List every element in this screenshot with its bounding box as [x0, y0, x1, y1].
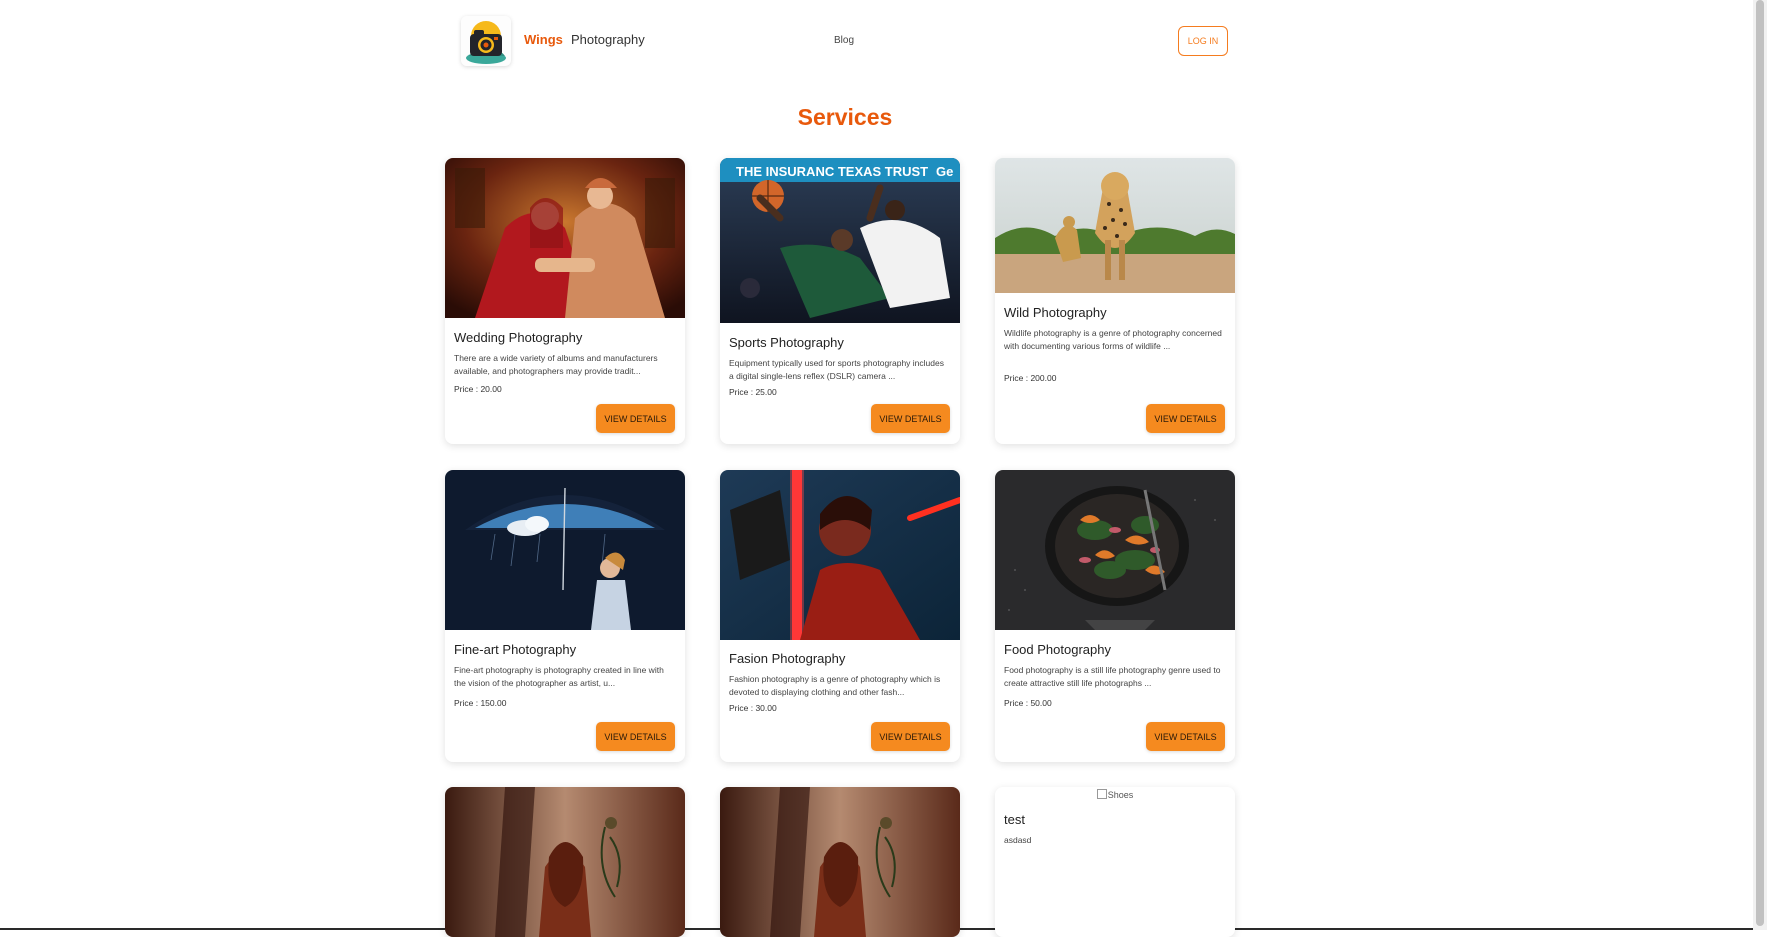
broken-image: Shoes — [995, 787, 1235, 809]
card-description: Equipment typically used for sports phot… — [729, 358, 944, 381]
image-alt-text: Shoes — [1107, 790, 1134, 800]
view-details-button[interactable]: VIEW DETAILS — [871, 722, 950, 751]
broken-image-icon — [1096, 789, 1107, 799]
brand-name-photography[interactable]: Photography — [571, 32, 645, 47]
wedding-photo — [445, 158, 685, 318]
service-card-fashion: Fasion Photography Fashion photography i… — [720, 470, 960, 762]
card-price: Price : 50.00 — [1004, 698, 1052, 708]
card-description: asdasd — [1004, 835, 1032, 845]
service-card-sports: THE INSURANC TEXAS TRUST Ge Sports Photo… — [720, 158, 960, 444]
view-details-button[interactable]: VIEW DETAILS — [596, 404, 675, 433]
card-description: There are a wide variety of albums and m… — [454, 353, 658, 376]
login-button[interactable]: LOG IN — [1178, 26, 1228, 56]
service-card-wild: Wild Photography Wildlife photography is… — [995, 158, 1235, 444]
fashion-photo — [720, 470, 960, 640]
arena-banner-text: THE INSURANC TEXAS TRUST — [736, 164, 928, 179]
card-price: Price : 200.00 — [1004, 373, 1057, 383]
card-title: Fasion Photography — [729, 651, 846, 666]
page-title: Services — [797, 104, 893, 130]
service-card-wedding: Wedding Photography There are a wide var… — [445, 158, 685, 444]
card-description: Wildlife photography is a genre of photo… — [1004, 328, 1222, 351]
service-card-portrait — [445, 787, 685, 937]
service-card-test: Shoes test asdasd — [995, 787, 1235, 937]
sports-photo: THE INSURANC TEXAS TRUST Ge — [720, 158, 960, 323]
card-price: Price : 150.00 — [454, 698, 507, 708]
card-title: Wedding Photography — [454, 330, 583, 345]
camera-logo-icon — [461, 16, 511, 66]
navbar: Wings Photography Blog LOG IN — [445, 14, 1228, 70]
card-title: Fine-art Photography — [454, 642, 577, 657]
brand-name-wings[interactable]: Wings — [524, 32, 563, 47]
service-card-fine-art: Fine-art Photography Fine-art photograph… — [445, 470, 685, 762]
card-title: Food Photography — [1004, 642, 1111, 657]
scrollbar-thumb[interactable] — [1756, 0, 1764, 926]
view-details-button[interactable]: VIEW DETAILS — [871, 404, 950, 433]
food-photo — [995, 470, 1235, 630]
service-card-food: Food Photography Food photography is a s… — [995, 470, 1235, 762]
nav-link-blog[interactable]: Blog — [834, 35, 854, 46]
portrait-photo — [720, 787, 960, 937]
card-title: Sports Photography — [729, 335, 844, 350]
view-details-button[interactable]: VIEW DETAILS — [1146, 404, 1225, 433]
card-description: Fashion photography is a genre of photog… — [729, 674, 941, 697]
card-title: Wild Photography — [1004, 305, 1107, 320]
view-details-button[interactable]: VIEW DETAILS — [596, 722, 675, 751]
fine-art-photo — [445, 470, 685, 630]
service-card-portrait — [720, 787, 960, 937]
card-description: Fine-art photography is photography crea… — [454, 665, 664, 688]
arena-banner-text: Ge — [936, 164, 953, 179]
view-details-button[interactable]: VIEW DETAILS — [1146, 722, 1225, 751]
portrait-photo — [445, 787, 685, 937]
wildlife-photo — [995, 158, 1235, 293]
card-price: Price : 30.00 — [729, 703, 777, 713]
card-price: Price : 20.00 — [454, 384, 502, 394]
brand-logo[interactable] — [461, 16, 511, 66]
card-price: Price : 25.00 — [729, 387, 777, 397]
card-description: Food photography is a still life photogr… — [1004, 665, 1221, 688]
card-title: test — [1004, 812, 1025, 827]
